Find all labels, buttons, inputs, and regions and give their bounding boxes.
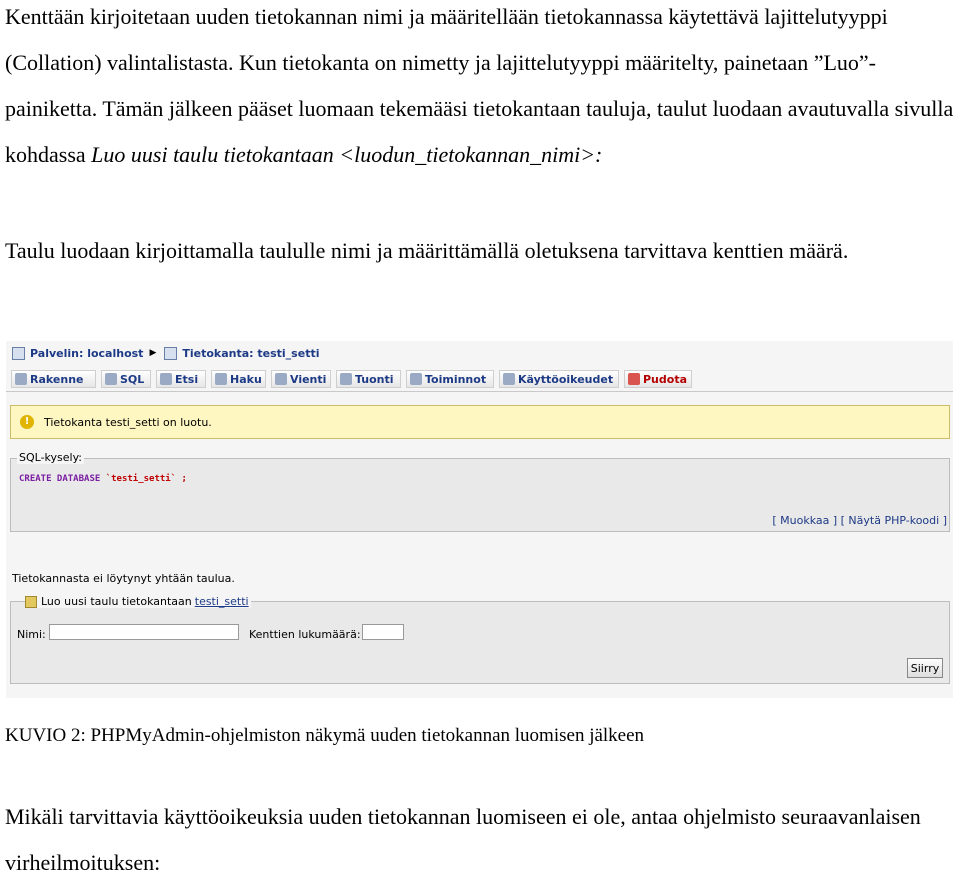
tab-tuonti[interactable]: Tuonti bbox=[336, 370, 401, 388]
intro-italic-text: Luo uusi taulu tietokantaan <luodun_tiet… bbox=[91, 142, 603, 167]
privileges-icon bbox=[503, 373, 515, 385]
edit-links[interactable]: [ Muokkaa ] [ Näytä PHP-koodi ] bbox=[772, 514, 947, 527]
tab-label: Käyttöoikeudet bbox=[518, 372, 614, 386]
sql-db-name: `testi_setti` ; bbox=[105, 474, 187, 484]
new-table-icon bbox=[25, 595, 37, 608]
drop-icon bbox=[628, 373, 640, 385]
export-icon bbox=[275, 373, 287, 385]
new-table-legend-text: Luo uusi taulu tietokantaan bbox=[41, 595, 192, 608]
server-icon bbox=[12, 346, 25, 360]
tab-label: Pudota bbox=[643, 372, 688, 386]
tab-haku[interactable]: Haku bbox=[211, 370, 266, 388]
structure-icon bbox=[15, 373, 27, 385]
sql-code: CREATE DATABASE `testi_setti` ; bbox=[19, 474, 187, 484]
tab-toiminnot[interactable]: Toiminnot bbox=[406, 370, 494, 388]
notice-text: Tietokanta testi_setti on luotu. bbox=[44, 416, 212, 429]
table-paragraph: Taulu luodaan kirjoittamalla taululle ni… bbox=[5, 238, 849, 263]
breadcrumb-server[interactable]: Palvelin: localhost bbox=[30, 347, 143, 360]
database-icon bbox=[164, 346, 178, 360]
breadcrumb-arrow-icon: ▶ bbox=[149, 348, 157, 358]
tab-kayttooikeudet[interactable]: Käyttöoikeudet bbox=[499, 370, 619, 388]
go-button[interactable]: Siirry bbox=[907, 658, 943, 678]
query-icon bbox=[215, 373, 227, 385]
sql-legend: SQL-kysely: bbox=[17, 451, 85, 464]
tab-etsi[interactable]: Etsi bbox=[156, 370, 206, 388]
fields-count-input[interactable] bbox=[362, 624, 404, 640]
tab-rakenne[interactable]: Rakenne bbox=[11, 370, 96, 388]
new-table-db-link[interactable]: testi_setti bbox=[195, 595, 249, 608]
phpmyadmin-screenshot: Palvelin: localhost ▶ Tietokanta: testi_… bbox=[6, 341, 953, 698]
success-notice: ! Tietokanta testi_setti on luotu. bbox=[10, 405, 950, 439]
name-label: Nimi: bbox=[17, 628, 46, 641]
tab-label: Toiminnot bbox=[425, 372, 487, 386]
search-icon bbox=[160, 373, 172, 385]
tab-label: SQL bbox=[120, 372, 145, 386]
breadcrumb-database[interactable]: Tietokanta: testi_setti bbox=[182, 347, 319, 360]
new-table-form: Luo uusi taulu tietokantaan testi_setti … bbox=[10, 595, 950, 684]
info-icon: ! bbox=[20, 415, 34, 429]
tab-bar: Rakenne SQL Etsi Haku Vienti Tuonti Toim… bbox=[6, 367, 953, 392]
privileges-paragraph: Mikäli tarvittavia käyttöoikeuksia uuden… bbox=[5, 804, 921, 875]
no-tables-text: Tietokannasta ei löytynyt yhtään taulua. bbox=[12, 572, 235, 585]
tab-label: Etsi bbox=[175, 372, 199, 386]
operations-icon bbox=[410, 373, 422, 385]
tab-label: Tuonti bbox=[355, 372, 394, 386]
new-table-legend: Luo uusi taulu tietokantaan testi_setti bbox=[25, 595, 251, 608]
fields-count-label: Kenttien lukumäärä: bbox=[249, 628, 361, 641]
sql-keyword: CREATE DATABASE bbox=[19, 474, 101, 484]
tab-label: Vienti bbox=[290, 372, 327, 386]
tab-pudota[interactable]: Pudota bbox=[624, 370, 692, 388]
tab-vienti[interactable]: Vienti bbox=[271, 370, 331, 388]
figure-caption: KUVIO 2: PHPMyAdmin-ohjelmiston näkymä u… bbox=[5, 725, 645, 746]
breadcrumb: Palvelin: localhost ▶ Tietokanta: testi_… bbox=[12, 345, 319, 361]
tab-label: Haku bbox=[230, 372, 262, 386]
intro-paragraph: Kenttään kirjoitetaan uuden tietokannan … bbox=[5, 0, 955, 178]
import-icon bbox=[340, 373, 352, 385]
sql-icon bbox=[105, 373, 117, 385]
tab-sql[interactable]: SQL bbox=[101, 370, 151, 388]
tab-label: Rakenne bbox=[30, 372, 84, 386]
table-name-input[interactable] bbox=[49, 624, 239, 640]
